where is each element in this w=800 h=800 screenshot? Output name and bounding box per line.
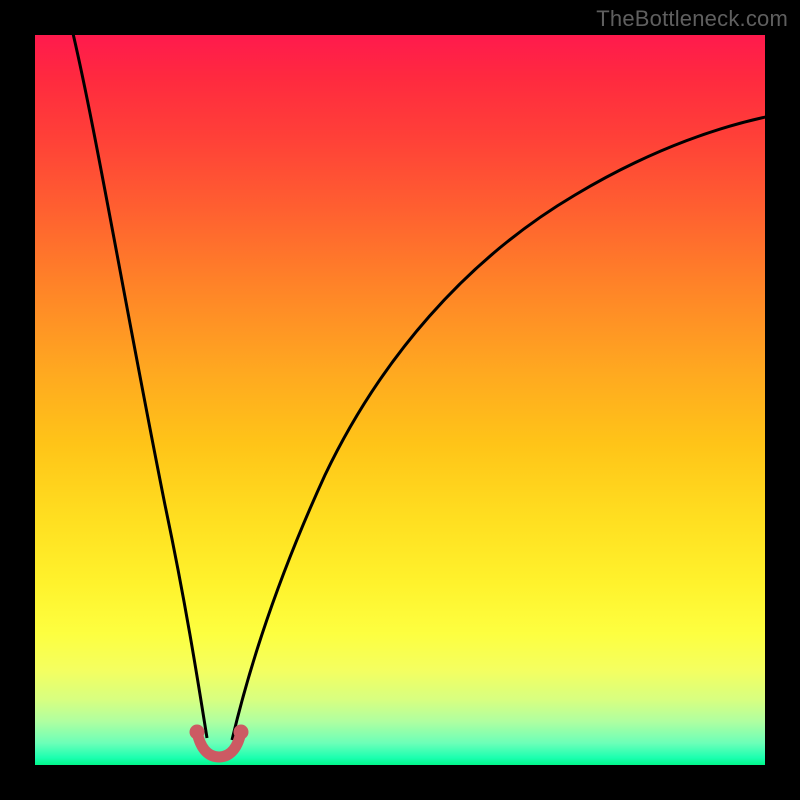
trough-marker	[197, 732, 241, 757]
chart-frame: TheBottleneck.com	[0, 0, 800, 800]
watermark-text: TheBottleneck.com	[596, 6, 788, 32]
plot-area	[35, 35, 765, 765]
trough-marker-dot-right	[234, 725, 249, 740]
right-curve	[232, 115, 765, 740]
trough-marker-dot-left	[190, 725, 205, 740]
curve-layer	[35, 35, 765, 765]
left-curve	[71, 35, 207, 738]
